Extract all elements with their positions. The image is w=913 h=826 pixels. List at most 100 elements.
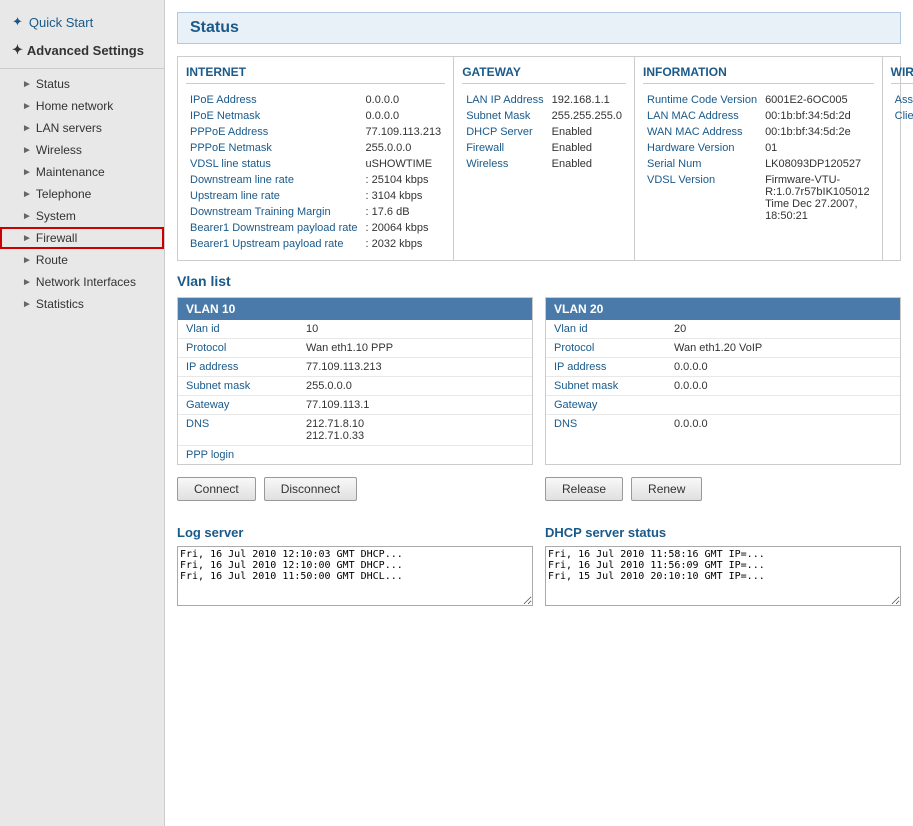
vlan-row: PPP login — [178, 446, 532, 464]
table-row: Serial Num LK08093DP120527 — [643, 156, 874, 172]
table-row: Upstream line rate : 3104 kbps — [186, 188, 445, 204]
arrow-icon: ► — [22, 255, 32, 266]
table-row: LAN IP Address 192.168.1.1 — [462, 92, 626, 108]
sidebar-item-network-interfaces[interactable]: ► Network Interfaces — [0, 271, 164, 293]
sidebar-item-label: System — [36, 209, 76, 223]
sidebar-section-advanced[interactable]: ✦ Advanced Settings — [0, 36, 164, 64]
advanced-icon: ✦ — [12, 42, 23, 58]
dhcp-server-textarea[interactable]: Fri, 16 Jul 2010 11:58:16 GMT IP=... Fri… — [545, 546, 901, 606]
table-row: Subnet Mask 255.255.255.0 — [462, 108, 626, 124]
arrow-icon: ► — [22, 79, 32, 90]
sidebar-item-label: Network Interfaces — [36, 275, 136, 289]
sidebar-item-statistics[interactable]: ► Statistics — [0, 293, 164, 315]
sidebar-item-label: Wireless — [36, 143, 82, 157]
table-row: Firewall Enabled — [462, 140, 626, 156]
vlan-section: Vlan list VLAN 10 Vlan id 10 Protocol Wa… — [177, 273, 901, 465]
advanced-settings-label: Advanced Settings — [27, 43, 144, 58]
table-row: Downstream Training Margin : 17.6 dB — [186, 204, 445, 220]
sidebar-item-telephone[interactable]: ► Telephone — [0, 183, 164, 205]
arrow-icon: ► — [22, 233, 32, 244]
vlan20-header: VLAN 20 — [546, 298, 900, 320]
table-row: LAN MAC Address 00:1b:bf:34:5d:2d — [643, 108, 874, 124]
internet-header: INTERNET — [186, 65, 445, 84]
table-row: Associated clients 0 — [891, 92, 913, 108]
vlan-row: Gateway 77.109.113.1 — [178, 396, 532, 415]
status-grid: INTERNET IPoE Address 0.0.0.0 IPoE Netma… — [177, 56, 901, 261]
vlan10-buttons: Connect Disconnect — [177, 477, 533, 501]
sidebar-item-label: Telephone — [36, 187, 91, 201]
sidebar: ✦ Quick Start ✦ Advanced Settings ► Stat… — [0, 0, 165, 826]
sidebar-item-label: Home network — [36, 99, 113, 113]
vlan10-header: VLAN 10 — [178, 298, 532, 320]
arrow-icon: ► — [22, 211, 32, 222]
sidebar-item-firewall[interactable]: ► Firewall — [0, 227, 164, 249]
sidebar-item-label: Statistics — [36, 297, 84, 311]
table-row: Runtime Code Version 6001E2-6OC005 — [643, 92, 874, 108]
sidebar-item-maintenance[interactable]: ► Maintenance — [0, 161, 164, 183]
sidebar-item-home-network[interactable]: ► Home network — [0, 95, 164, 117]
vlan-row: DNS 212.71.8.10212.71.0.33 — [178, 415, 532, 446]
sidebar-item-wireless[interactable]: ► Wireless — [0, 139, 164, 161]
internet-col: INTERNET IPoE Address 0.0.0.0 IPoE Netma… — [178, 57, 454, 260]
sidebar-item-status[interactable]: ► Status — [0, 73, 164, 95]
log-server-container: Fri, 16 Jul 2010 12:10:03 GMT DHCP... Fr… — [177, 546, 533, 606]
page-title: Status — [177, 12, 901, 44]
sidebar-item-label: Route — [36, 253, 68, 267]
gateway-col: GATEWAY LAN IP Address 192.168.1.1 Subne… — [454, 57, 635, 260]
log-server-textarea[interactable]: Fri, 16 Jul 2010 12:10:03 GMT DHCP... Fr… — [177, 546, 533, 606]
log-server-title: Log server — [177, 525, 533, 540]
dhcp-server-section: DHCP server status Fri, 16 Jul 2010 11:5… — [545, 525, 901, 606]
table-row: Downstream line rate : 25104 kbps — [186, 172, 445, 188]
table-row: IPoE Address 0.0.0.0 — [186, 92, 445, 108]
vlan-list-title: Vlan list — [177, 273, 901, 289]
dhcp-server-title: DHCP server status — [545, 525, 901, 540]
vlan20-card: VLAN 20 Vlan id 20 Protocol Wan eth1.20 … — [545, 297, 901, 465]
table-row: VDSL Version Firmware-VTU-R:1.0.7r57bIK1… — [643, 172, 874, 224]
gateway-header: GATEWAY — [462, 65, 626, 84]
sidebar-divider — [0, 68, 164, 69]
information-header: INFORMATION — [643, 65, 874, 84]
vlan10-card: VLAN 10 Vlan id 10 Protocol Wan eth1.10 … — [177, 297, 533, 465]
wireless-col: WIRELESS Associated clients 0 Clients MA… — [883, 57, 913, 260]
vlan-row: Protocol Wan eth1.10 PPP — [178, 339, 532, 358]
sidebar-item-system[interactable]: ► System — [0, 205, 164, 227]
table-row: IPoE Netmask 0.0.0.0 — [186, 108, 445, 124]
connect-button[interactable]: Connect — [177, 477, 256, 501]
information-col: INFORMATION Runtime Code Version 6001E2-… — [635, 57, 883, 260]
arrow-icon: ► — [22, 167, 32, 178]
vlan-row: Subnet mask 255.0.0.0 — [178, 377, 532, 396]
log-section: Log server Fri, 16 Jul 2010 12:10:03 GMT… — [177, 525, 901, 606]
arrow-icon: ► — [22, 299, 32, 310]
main-content: Status INTERNET IPoE Address 0.0.0.0 IPo… — [165, 0, 913, 826]
arrow-icon: ► — [22, 123, 32, 134]
disconnect-button[interactable]: Disconnect — [264, 477, 357, 501]
sidebar-item-label: LAN servers — [36, 121, 102, 135]
vlan-row: IP address 77.109.113.213 — [178, 358, 532, 377]
wireless-header: WIRELESS — [891, 65, 913, 84]
table-row: VDSL line status uSHOWTIME — [186, 156, 445, 172]
log-server-section: Log server Fri, 16 Jul 2010 12:10:03 GMT… — [177, 525, 533, 606]
release-button[interactable]: Release — [545, 477, 623, 501]
vlan-row: DNS 0.0.0.0 — [546, 415, 900, 433]
arrow-icon: ► — [22, 101, 32, 112]
vlan-row: Protocol Wan eth1.20 VoIP — [546, 339, 900, 358]
table-row: PPPoE Address 77.109.113.213 — [186, 124, 445, 140]
vlan20-buttons: Release Renew — [545, 477, 901, 501]
sidebar-item-lan-servers[interactable]: ► LAN servers — [0, 117, 164, 139]
sidebar-item-label: Maintenance — [36, 165, 105, 179]
quick-start-icon: ✦ — [12, 14, 23, 30]
vlan-row: Gateway — [546, 396, 900, 415]
table-row: Clients MAC Address No station connected — [891, 108, 913, 136]
sidebar-item-label: Status — [36, 77, 70, 91]
renew-button[interactable]: Renew — [631, 477, 702, 501]
quick-start-label: Quick Start — [29, 15, 93, 30]
sidebar-item-route[interactable]: ► Route — [0, 249, 164, 271]
vlan-row: IP address 0.0.0.0 — [546, 358, 900, 377]
vlan-row: Vlan id 20 — [546, 320, 900, 339]
arrow-icon: ► — [22, 277, 32, 288]
vlan-row: Subnet mask 0.0.0.0 — [546, 377, 900, 396]
table-row: Wireless Enabled — [462, 156, 626, 172]
sidebar-item-quick-start[interactable]: ✦ Quick Start — [0, 8, 164, 36]
arrow-icon: ► — [22, 145, 32, 156]
table-row: Hardware Version 01 — [643, 140, 874, 156]
